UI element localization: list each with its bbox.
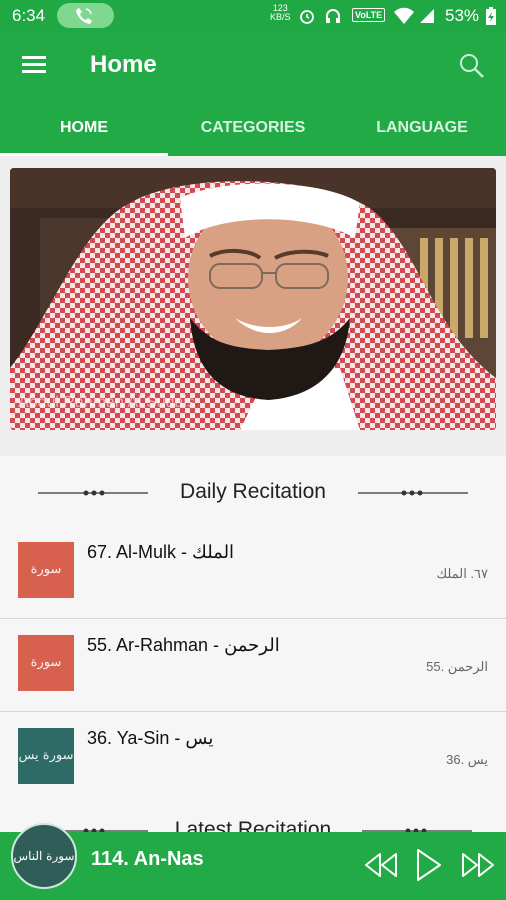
network-speed: 123 KB/S [270,4,291,22]
status-time: 6:34 [12,6,46,25]
tab-language[interactable]: LANGUAGE [338,100,506,156]
list-item[interactable]: سورة الملك 67. Al-Mulk - الملك ٦٧. الملك [0,526,506,633]
list-item[interactable]: سورة يس 36. Ya-Sin - يس 36. يس [0,712,506,805]
surah-thumbnail: سورة الملك [18,542,74,633]
banner-caption: Abdul Rahman Al Sudais [18,394,195,411]
tab-indicator [0,153,168,156]
thumbnail-calligraphy: سورة يس [18,748,74,763]
status-bar: 6:34 123 KB/S VoLTE 53% [0,0,506,32]
featured-banner[interactable]: Abdul Rahman Al Sudais [10,168,496,430]
cell-signal-icon [420,9,434,23]
surah-thumbnail: سورة يس [18,728,74,784]
headphones-icon [326,9,340,23]
item-title: 55. Ar-Rahman - الرحمن [87,635,280,655]
battery-charging-icon [486,7,496,25]
volte-badge: VoLTE [352,8,386,22]
list-item[interactable]: سورة الرحمن 55. Ar-Rahman - الرحمن 55. ا… [0,619,506,726]
artwork-calligraphy: سورة الناس [13,849,75,863]
ornament-right-icon [358,490,468,496]
fast-forward-icon[interactable] [461,850,495,880]
search-icon[interactable] [458,52,486,80]
play-icon[interactable] [415,847,443,883]
tab-categories[interactable]: CATEGORIES [168,100,338,156]
alarm-icon [300,10,314,24]
thumbnail-calligraphy: سورة الملك [30,562,62,633]
item-title: 67. Al-Mulk - الملك [87,542,235,562]
page-title: Home [90,51,157,78]
network-speed-unit: KB/S [270,12,291,22]
surah-thumbnail: سورة الرحمن [18,635,74,726]
app-bar: Home [0,32,506,100]
rewind-icon[interactable] [364,850,398,880]
battery-percent: 53% [445,6,480,25]
item-subtitle: 55. الرحمن [426,659,488,674]
tab-bar: HOME CATEGORIES LANGUAGE [0,100,506,156]
active-call-indicator[interactable] [57,3,114,28]
reciter-photo [10,168,496,430]
item-subtitle: 36. يس [446,752,488,767]
item-subtitle: ٦٧. الملك [436,566,488,581]
item-title: 36. Ya-Sin - يس [87,728,214,748]
phone-icon [76,8,92,24]
thumbnail-calligraphy: سورة الرحمن [26,655,66,726]
menu-icon[interactable] [22,54,48,76]
mini-player[interactable]: سورة الناس 114. An-Nas [0,823,506,900]
tab-home[interactable]: HOME [0,100,168,156]
daily-recitation-header: Daily Recitation [0,456,506,526]
now-playing-artwork[interactable]: سورة الناس [11,823,77,889]
now-playing-title: 114. An-Nas [91,848,204,870]
wifi-icon [394,7,414,24]
